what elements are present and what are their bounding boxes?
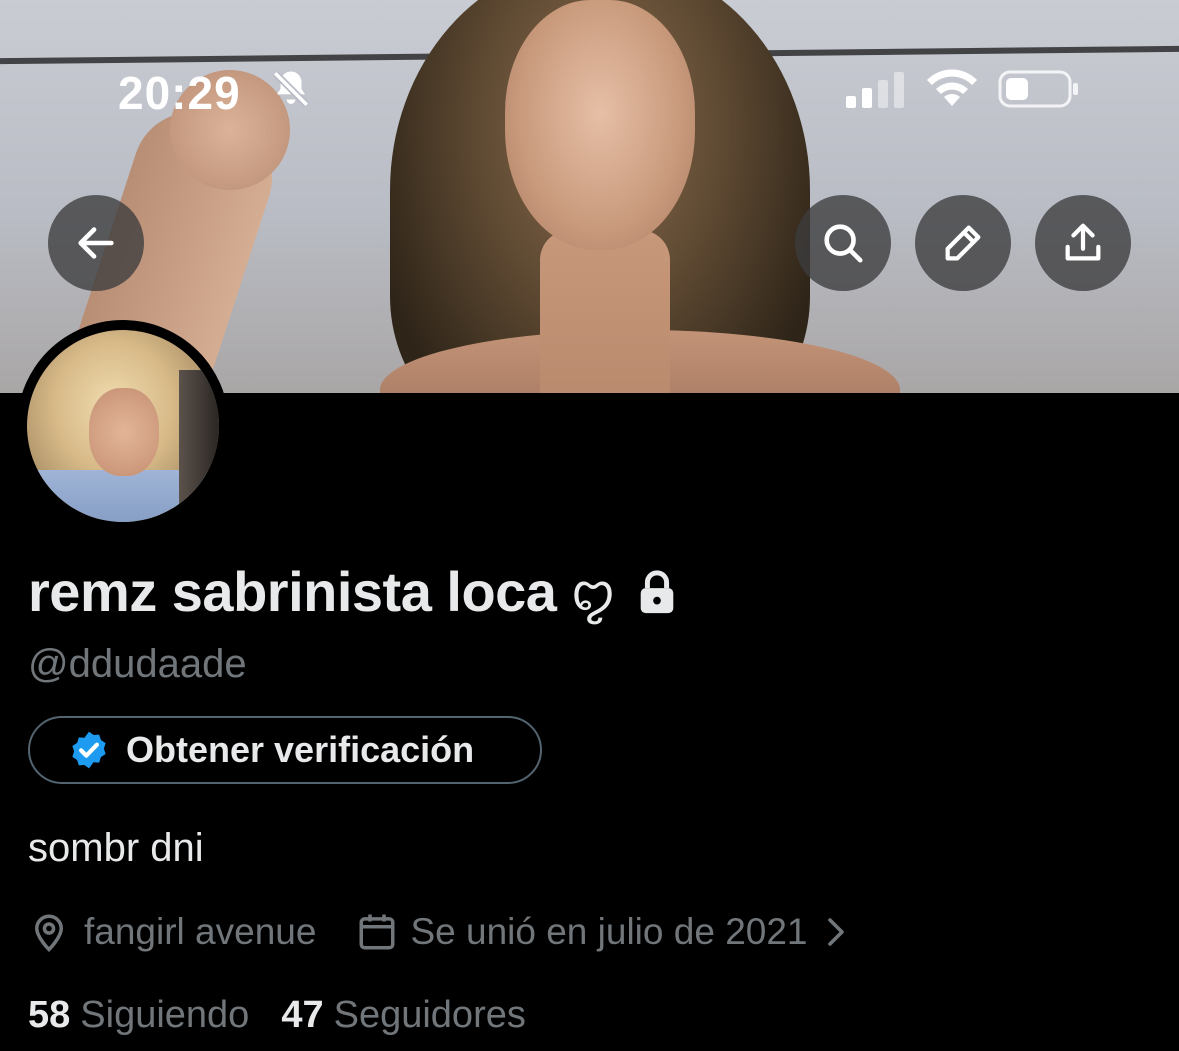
location-pin-icon: [34, 914, 64, 952]
profile-meta-row: fangirl avenue Se unió en julio de 2021: [28, 906, 850, 958]
avatar-background-person: [179, 370, 219, 520]
followers-link[interactable]: 47 Seguidores: [281, 994, 526, 1037]
joined-date-text[interactable]: Se unió en julio de 2021: [410, 911, 807, 953]
calendar-icon: [359, 914, 395, 950]
pencil-icon: [945, 225, 981, 261]
following-count: 58: [28, 994, 71, 1036]
bio-text: sombr dni: [28, 826, 204, 870]
location-text: fangirl avenue: [84, 911, 317, 952]
chevron-right-icon[interactable]: [822, 914, 850, 950]
display-name-text: remz sabrinista loca: [28, 560, 557, 623]
back-arrow-icon: [78, 227, 114, 259]
battery-icon: [998, 70, 1078, 108]
get-verified-label: Obtener verificación: [126, 729, 475, 770]
avatar[interactable]: [17, 320, 229, 532]
followers-label: Seguidores: [333, 994, 526, 1036]
share-button[interactable]: [1035, 195, 1131, 291]
share-icon: [1065, 223, 1101, 261]
following-label: Siguiendo: [80, 994, 250, 1036]
avatar-photo: [27, 330, 219, 522]
banner-figure-neck: [540, 230, 670, 393]
bell-slash-icon: [272, 70, 310, 108]
user-handle: @ddudaade: [28, 642, 247, 686]
verified-badge-icon: [72, 731, 106, 769]
display-name: remz sabrinista loca ꨄ: [28, 556, 677, 627]
follow-counts: 58 Siguiendo 47 Seguidores: [28, 994, 526, 1037]
get-verified-button[interactable]: Obtener verificación: [28, 716, 542, 784]
name-decoration: ꨄ: [570, 568, 615, 621]
cellular-signal-icon: [846, 72, 904, 108]
followers-count: 47: [281, 994, 324, 1036]
following-link[interactable]: 58 Siguiendo: [28, 994, 249, 1037]
wifi-icon: [927, 69, 977, 106]
search-button[interactable]: [795, 195, 891, 291]
lock-icon: [640, 569, 674, 613]
status-time: 20:29: [118, 67, 241, 119]
status-bar: 20:29: [0, 0, 1179, 180]
avatar-face: [89, 388, 159, 476]
back-button[interactable]: [48, 195, 144, 291]
edit-profile-button[interactable]: [915, 195, 1011, 291]
search-icon: [824, 224, 863, 263]
